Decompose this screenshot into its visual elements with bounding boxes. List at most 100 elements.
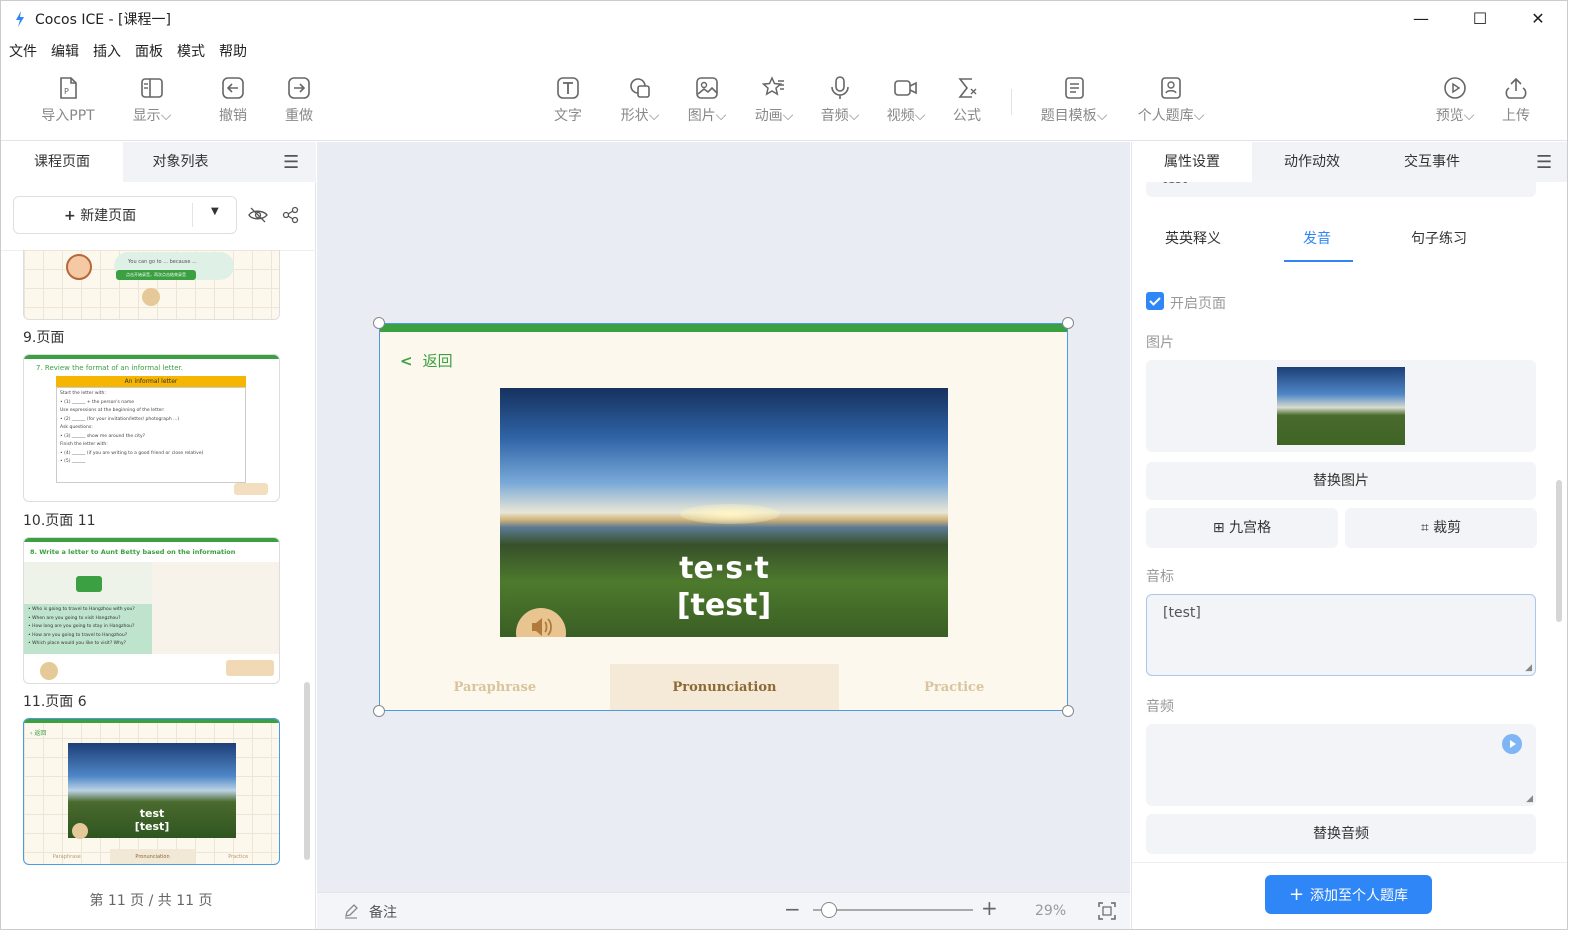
redo-icon (288, 77, 310, 99)
scrollbar-thumb[interactable] (304, 682, 310, 860)
subtab-sentence-practice[interactable]: 句子练习 (1411, 228, 1467, 248)
formula-icon (958, 78, 977, 98)
tab-interaction-events[interactable]: 交互事件 (1372, 142, 1492, 182)
chevron-down-icon: ⌵ (160, 108, 172, 124)
import-ppt-button[interactable]: P 导入PPT (37, 75, 99, 125)
video-button[interactable]: 视频⌵ (881, 75, 931, 125)
image-button[interactable]: 图片⌵ (682, 75, 732, 125)
play-audio-icon[interactable] (1502, 734, 1522, 754)
menu-icon[interactable]: ☰ (1536, 152, 1552, 173)
personal-bank-button[interactable]: 个人题库⌵ (1133, 75, 1209, 125)
image-icon (696, 77, 718, 99)
slide-tab-paraphrase[interactable]: Paraphrase (380, 664, 610, 710)
slide-tab-practice[interactable]: Practice (839, 664, 1067, 710)
nine-grid-button[interactable]: ⊞ 九宫格 (1146, 508, 1338, 548)
slide-canvas[interactable]: < 返回 te·s·t [test] Paraphrase Pronunciati… (379, 323, 1068, 711)
subtab-english-definition[interactable]: 英英释义 (1165, 228, 1221, 248)
preview-button[interactable]: 预览⌵ (1430, 75, 1480, 125)
share-icon[interactable] (282, 206, 300, 224)
resize-handle-bottom-right[interactable] (1062, 705, 1074, 717)
fit-screen-icon[interactable] (1097, 901, 1117, 921)
animation-icon (761, 76, 784, 96)
zoom-slider-thumb[interactable] (821, 902, 837, 918)
audio-button[interactable]: 音频⌵ (815, 75, 865, 125)
close-button[interactable]: ✕ (1528, 9, 1548, 29)
landscape-image: te·s·t [test] (500, 388, 948, 637)
personal-bank-icon (1161, 77, 1181, 99)
pencil-icon (345, 904, 358, 919)
redo-button[interactable]: 重做 (279, 75, 319, 125)
partial-text-field[interactable]: test (1146, 182, 1536, 197)
scrollbar-thumb[interactable] (1556, 480, 1562, 622)
subtab-pronunciation[interactable]: 发音 (1303, 228, 1331, 248)
resize-handle-top-left[interactable] (373, 317, 385, 329)
notes-button[interactable]: 备注 (369, 902, 397, 922)
question-item: • How long are you going to stay in Hang… (28, 624, 135, 630)
undo-button[interactable]: 撤销 (213, 75, 253, 125)
image-label: 图片 (687, 108, 716, 124)
add-to-personal-bank-button[interactable]: + 添加至个人题库 (1265, 875, 1432, 914)
dropdown-caret-icon[interactable]: ▼ (211, 206, 219, 217)
display-button[interactable]: 显示⌵ (127, 75, 177, 125)
text-button[interactable]: 文字 (548, 75, 588, 125)
microphone-icon (142, 288, 160, 306)
menu-insert[interactable]: 插入 (93, 41, 121, 61)
tab-properties[interactable]: 属性设置 (1132, 142, 1252, 182)
chevron-down-icon: ⌵ (715, 108, 727, 124)
upload-button[interactable]: 上传 (1496, 75, 1536, 125)
tab-course-pages[interactable]: 课程页面 (1, 142, 123, 182)
video-camera-icon (894, 80, 917, 96)
tab-object-list[interactable]: 对象列表 (123, 142, 238, 182)
formula-button[interactable]: 公式 (947, 75, 987, 125)
thumb-letter-lines: Start the letter with: • (1) ______ + th… (56, 387, 246, 483)
animation-button[interactable]: 动画⌵ (749, 75, 799, 125)
left-panel: 课程页面 对象列表 ☰ + 新建页面 ▼ You can go to ... b… (1, 142, 316, 929)
page-thumbnail-8[interactable]: You can go to ... because ... 点击开始录音，再次点… (23, 250, 280, 320)
thumb-tab: Practice (228, 854, 249, 860)
question-template-icon (1065, 77, 1084, 99)
grid-icon: ⊞ (1212, 520, 1230, 536)
zoom-slider-track[interactable] (813, 909, 973, 911)
menu-icon[interactable]: ☰ (283, 152, 299, 173)
crop-button[interactable]: ⌗ 裁剪 (1345, 508, 1537, 548)
zoom-level: 29% (1035, 903, 1067, 919)
slide-tab-pronunciation[interactable]: Pronunciation (609, 664, 840, 710)
undo-label: 撤销 (219, 108, 247, 124)
resize-handle-bottom-left[interactable] (373, 705, 385, 717)
enable-page-checkbox[interactable] (1146, 292, 1164, 310)
menu-panel[interactable]: 面板 (135, 41, 163, 61)
resize-grip-icon[interactable]: ◢ (1526, 794, 1533, 804)
replace-audio-button[interactable]: 替换音频 (1146, 814, 1536, 854)
page-thumbnail-10[interactable]: 8. Write a letter to Aunt Betty based on… (23, 537, 280, 684)
avatar (66, 254, 92, 280)
page-thumbnail-9[interactable]: 7. Review the format of an informal lett… (23, 354, 280, 502)
record-hint-button: 点击开始录音，再次点击结束录音 (116, 270, 196, 280)
maximize-button[interactable]: ☐ (1470, 9, 1490, 29)
menu-edit[interactable]: 编辑 (51, 41, 79, 61)
shape-button[interactable]: 形状⌵ (615, 75, 665, 125)
tab-motion-effects[interactable]: 动作动效 (1252, 142, 1372, 182)
phonetic-input[interactable]: [test] ◢ (1146, 594, 1536, 676)
audio-input[interactable]: ◢ (1146, 724, 1536, 806)
import-ppt-icon: P (60, 77, 77, 99)
new-page-button[interactable]: + 新建页面 ▼ (13, 196, 237, 234)
replace-image-button[interactable]: 替换图片 (1146, 462, 1536, 500)
chevron-left-icon: < (400, 352, 413, 370)
resize-handle-top-right[interactable] (1062, 317, 1074, 329)
zoom-in-button[interactable]: + (981, 896, 998, 920)
letter-line: Use expressions at the beginning of the … (60, 408, 165, 413)
crop-label: 裁剪 (1433, 520, 1462, 536)
thumb-heading: 8. Write a letter to Aunt Betty based on… (30, 548, 236, 556)
minimize-button[interactable]: — (1411, 9, 1431, 29)
resize-grip-icon[interactable]: ◢ (1525, 663, 1532, 673)
slide-back-button[interactable]: < 返回 (400, 350, 453, 371)
writing-area (152, 562, 279, 654)
zoom-out-button[interactable]: − (784, 897, 801, 921)
page-thumbnail-11-selected[interactable]: ‹ 返回 test [test] Paraphrase Pronunciatio… (23, 718, 280, 865)
speaker-icon (72, 823, 88, 839)
question-template-button[interactable]: 题目模板⌵ (1036, 75, 1112, 125)
hide-eye-icon[interactable] (247, 206, 269, 224)
menu-help[interactable]: 帮助 (219, 41, 247, 61)
menu-mode[interactable]: 模式 (177, 41, 205, 61)
menu-file[interactable]: 文件 (9, 41, 37, 61)
